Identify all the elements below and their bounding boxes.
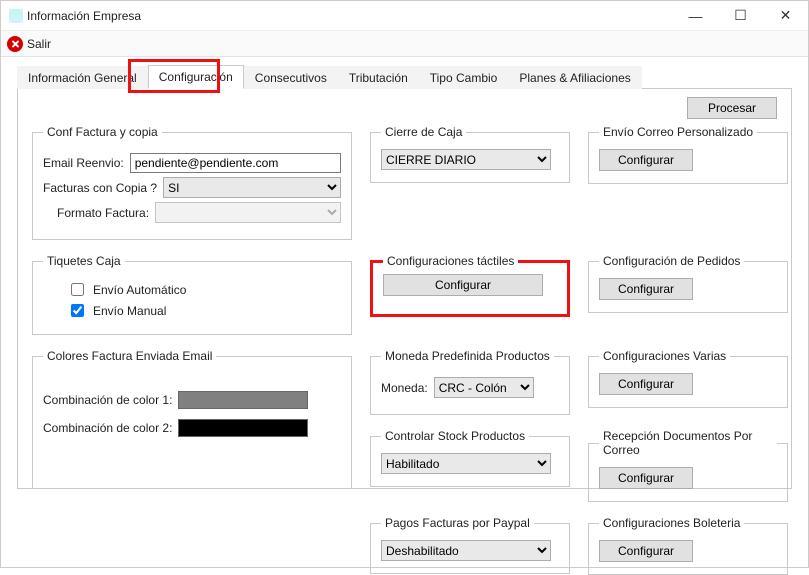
group-configuraciones-boleteria: Configuraciones Boleteria Configurar bbox=[588, 516, 788, 575]
window-controls: — ☐ ✕ bbox=[673, 1, 808, 30]
select-controlar-stock[interactable]: Habilitado bbox=[381, 453, 551, 474]
tab-configuracion[interactable]: Configuración bbox=[148, 65, 244, 89]
swatch-color-2[interactable] bbox=[178, 419, 308, 437]
toolbar: Salir bbox=[1, 31, 808, 57]
legend-colores-factura-email: Colores Factura Enviada Email bbox=[43, 349, 216, 363]
legend-tiquetes-caja: Tiquetes Caja bbox=[43, 254, 125, 268]
label-email-reenvio: Email Reenvio: bbox=[43, 156, 124, 170]
exit-label[interactable]: Salir bbox=[27, 37, 51, 51]
app-icon bbox=[9, 9, 23, 23]
content-area: Información General Configuración Consec… bbox=[1, 57, 808, 567]
group-recepcion-documentos: Recepción Documentos Por Correo Configur… bbox=[588, 429, 788, 502]
legend-conf-factura: Conf Factura y copia bbox=[43, 125, 162, 139]
configurar-correo-personalizado-button[interactable]: Configurar bbox=[599, 149, 693, 171]
select-moneda[interactable]: CRC - Colón bbox=[434, 377, 534, 398]
label-envio-manual: Envío Manual bbox=[93, 304, 166, 318]
legend-cierre-caja: Cierre de Caja bbox=[381, 125, 466, 139]
configurar-varias-button[interactable]: Configurar bbox=[599, 373, 693, 395]
configurar-tactiles-button[interactable]: Configurar bbox=[383, 274, 543, 296]
legend-moneda-predefinida: Moneda Predefinida Productos bbox=[381, 349, 554, 363]
legend-configuracion-pedidos: Configuración de Pedidos bbox=[599, 254, 744, 268]
exit-icon[interactable] bbox=[7, 36, 23, 52]
select-facturas-copia[interactable]: SI bbox=[163, 177, 341, 198]
legend-recepcion-documentos: Recepción Documentos Por Correo bbox=[599, 429, 777, 457]
legend-configuraciones-tactiles: Configuraciones táctiles bbox=[383, 254, 518, 268]
group-controlar-stock: Controlar Stock Productos Habilitado bbox=[370, 429, 570, 487]
group-envio-correo-personalizado: Envío Correo Personalizado Configurar bbox=[588, 125, 788, 184]
group-moneda-predefinida: Moneda Predefinida Productos Moneda: CRC… bbox=[370, 349, 570, 415]
swatch-color-1[interactable] bbox=[178, 391, 308, 409]
tab-tributacion[interactable]: Tributación bbox=[338, 66, 419, 89]
checkbox-envio-automatico[interactable] bbox=[71, 283, 84, 296]
tab-panel-configuracion: Procesar Conf Factura y copia Email Reen… bbox=[17, 89, 792, 489]
group-colores-factura-email: Colores Factura Enviada Email Combinació… bbox=[32, 349, 352, 489]
group-pagos-paypal: Pagos Facturas por Paypal Deshabilitado bbox=[370, 516, 570, 574]
window-title: Información Empresa bbox=[23, 9, 673, 23]
label-envio-automatico: Envío Automático bbox=[93, 283, 186, 297]
label-color-1: Combinación de color 1: bbox=[43, 393, 172, 407]
group-tiquetes-caja: Tiquetes Caja Envío Automático Envío Man… bbox=[32, 254, 352, 335]
group-configuracion-pedidos: Configuración de Pedidos Configurar bbox=[588, 254, 788, 313]
group-conf-factura: Conf Factura y copia Email Reenvio: Fact… bbox=[32, 125, 352, 240]
close-button[interactable]: ✕ bbox=[763, 1, 808, 30]
maximize-button[interactable]: ☐ bbox=[718, 1, 763, 30]
select-formato-factura bbox=[155, 202, 341, 223]
procesar-button[interactable]: Procesar bbox=[687, 97, 777, 119]
label-moneda: Moneda: bbox=[381, 381, 428, 395]
configurar-pedidos-button[interactable]: Configurar bbox=[599, 278, 693, 300]
group-cierre-caja: Cierre de Caja CIERRE DIARIO bbox=[370, 125, 570, 183]
app-window: Información Empresa — ☐ ✕ Salir Informac… bbox=[0, 0, 809, 568]
tab-consecutivos[interactable]: Consecutivos bbox=[244, 66, 338, 89]
label-color-2: Combinación de color 2: bbox=[43, 421, 172, 435]
select-pagos-paypal[interactable]: Deshabilitado bbox=[381, 540, 551, 561]
tab-informacion-general[interactable]: Información General bbox=[17, 66, 148, 89]
select-cierre-caja[interactable]: CIERRE DIARIO bbox=[381, 149, 551, 170]
label-facturas-copia: Facturas con Copia ? bbox=[43, 181, 157, 195]
legend-configuraciones-varias: Configuraciones Varias bbox=[599, 349, 730, 363]
input-email-reenvio[interactable] bbox=[130, 153, 341, 173]
tab-strip: Información General Configuración Consec… bbox=[17, 65, 792, 89]
legend-controlar-stock: Controlar Stock Productos bbox=[381, 429, 529, 443]
group-configuraciones-tactiles: Configuraciones táctiles Configurar bbox=[370, 254, 570, 317]
titlebar: Información Empresa — ☐ ✕ bbox=[1, 1, 808, 31]
label-formato-factura: Formato Factura: bbox=[57, 206, 149, 220]
legend-envio-correo-personalizado: Envío Correo Personalizado bbox=[599, 125, 757, 139]
tab-tipo-cambio[interactable]: Tipo Cambio bbox=[419, 66, 509, 89]
legend-configuraciones-boleteria: Configuraciones Boleteria bbox=[599, 516, 744, 530]
tab-planes-afiliaciones[interactable]: Planes & Afiliaciones bbox=[508, 66, 641, 89]
legend-pagos-paypal: Pagos Facturas por Paypal bbox=[381, 516, 534, 530]
checkbox-envio-manual[interactable] bbox=[71, 304, 84, 317]
configurar-recepcion-button[interactable]: Configurar bbox=[599, 467, 693, 489]
minimize-button[interactable]: — bbox=[673, 1, 718, 30]
group-configuraciones-varias: Configuraciones Varias Configurar bbox=[588, 349, 788, 408]
configurar-boleteria-button[interactable]: Configurar bbox=[599, 540, 693, 562]
